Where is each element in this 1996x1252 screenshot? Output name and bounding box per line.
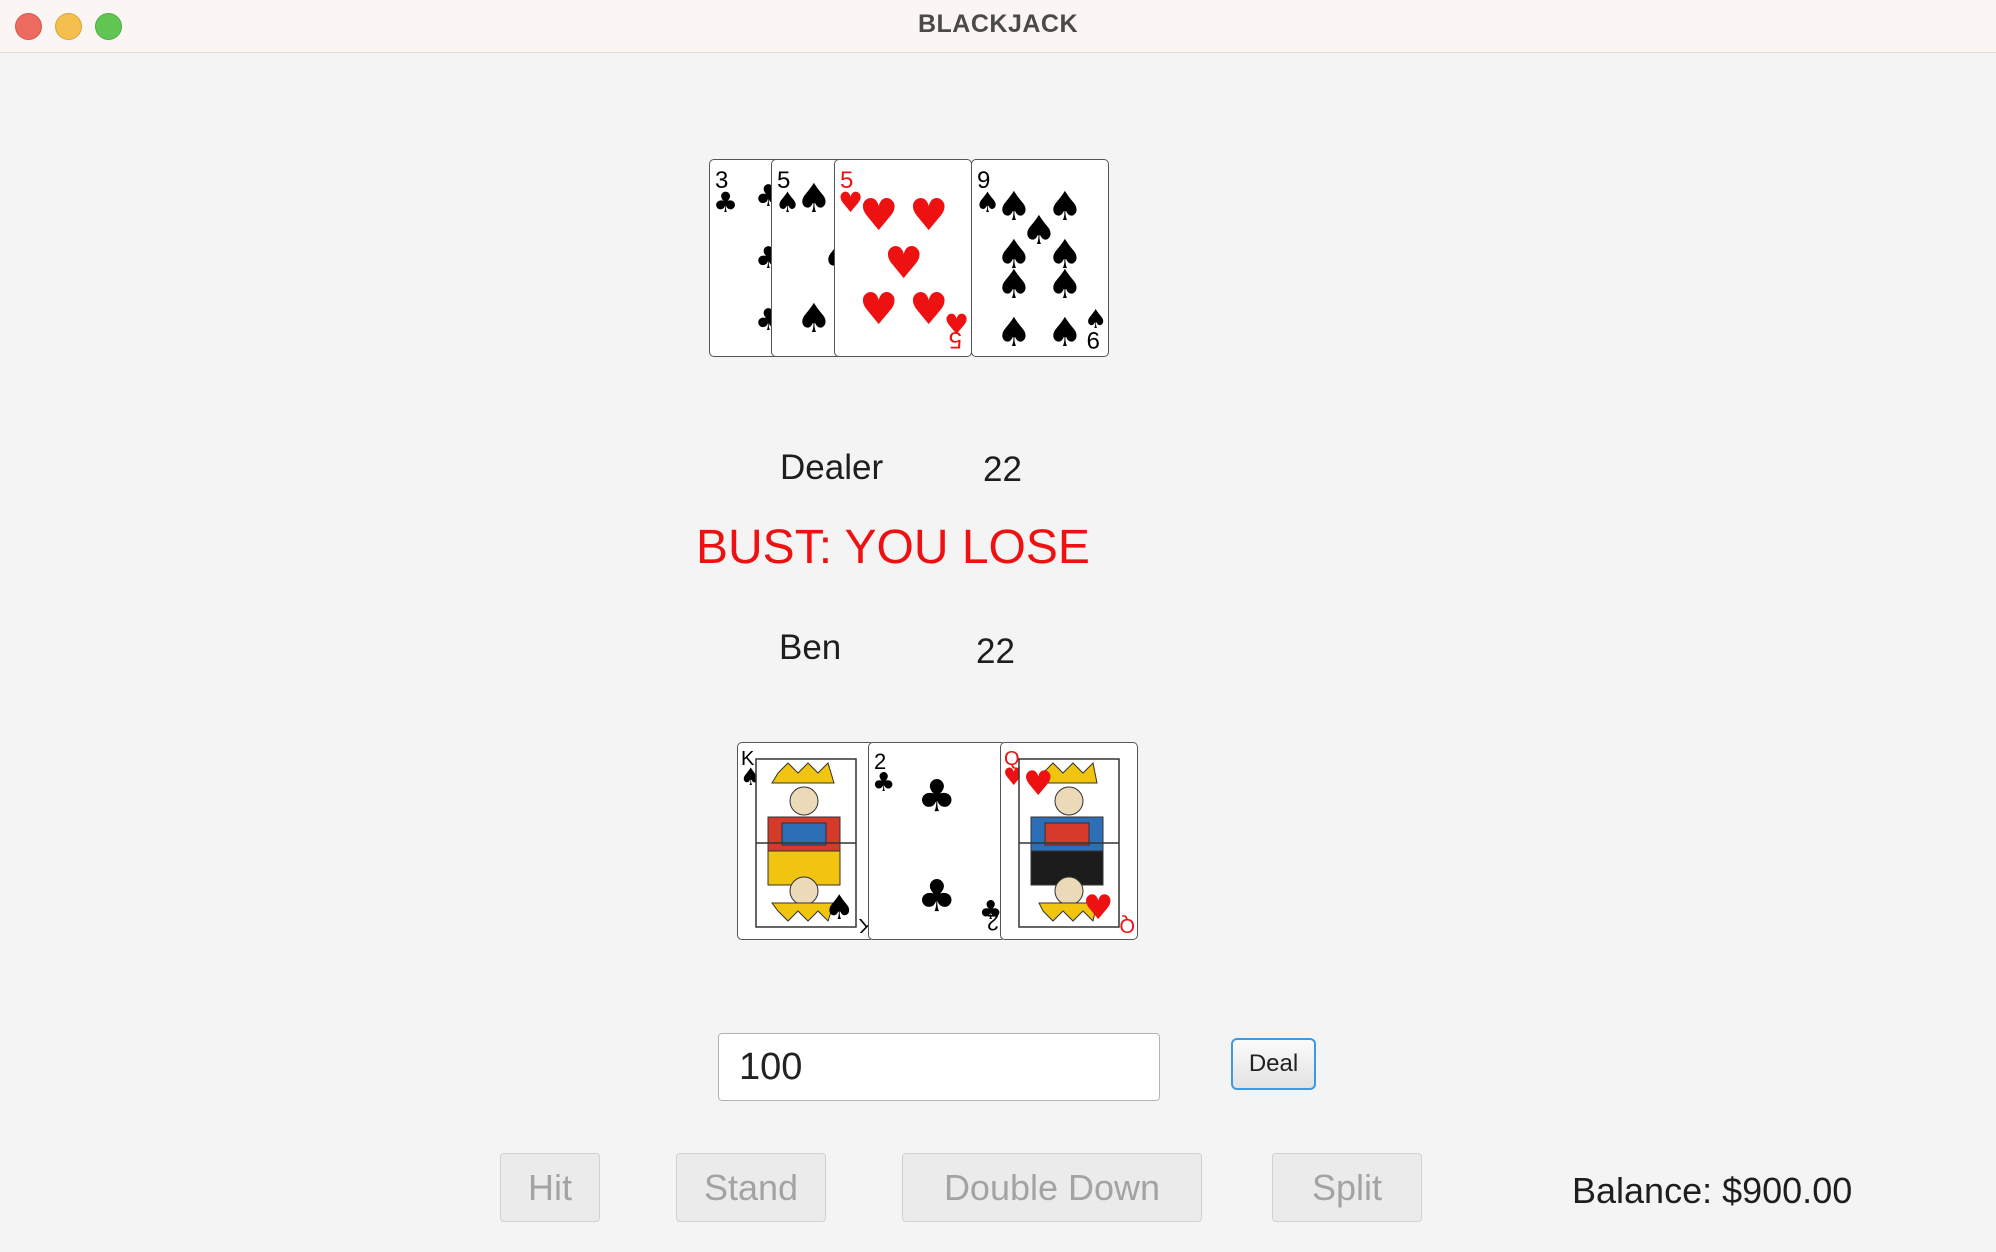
dealer-score: 22 bbox=[983, 450, 1022, 489]
svg-text:♠: ♠ bbox=[796, 176, 832, 222]
svg-text:2: 2 bbox=[987, 910, 999, 935]
split-button[interactable]: Split bbox=[1272, 1153, 1422, 1222]
svg-text:5: 5 bbox=[949, 326, 962, 353]
bet-input[interactable] bbox=[718, 1033, 1160, 1101]
title-bar: BLACKJACK bbox=[0, 0, 1996, 53]
svg-text:♥: ♥ bbox=[859, 190, 898, 241]
svg-text:♥: ♥ bbox=[859, 284, 898, 335]
player-score: 22 bbox=[976, 632, 1015, 671]
hit-button[interactable]: Hit bbox=[500, 1153, 600, 1222]
player-name: Ben bbox=[779, 628, 842, 667]
player-card-3: Q ♥ ♥ ♥ Q bbox=[1000, 742, 1138, 940]
window-title: BLACKJACK bbox=[917, 10, 1079, 38]
dealer-name: Dealer bbox=[780, 448, 884, 487]
balance-label: Balance: $900.00 bbox=[1572, 1170, 1853, 1211]
deal-button[interactable]: Deal bbox=[1231, 1038, 1316, 1090]
player-card-2: 2 ♣ ♣ ♣ ♣ 2 bbox=[868, 742, 1006, 940]
svg-text:♥: ♥ bbox=[1023, 764, 1053, 804]
svg-text:♠: ♠ bbox=[1047, 262, 1083, 308]
svg-text:♠: ♠ bbox=[796, 296, 832, 342]
dealer-card-4: 9 ♠ ♠ ♠ ♠ ♠ ♠ ♠ ♠ ♠ ♠ ♠ 9 bbox=[971, 159, 1109, 357]
round-result: BUST: YOU LOSE bbox=[696, 521, 1090, 574]
stand-button[interactable]: Stand bbox=[676, 1153, 826, 1222]
svg-text:♣: ♣ bbox=[713, 186, 738, 219]
svg-text:♣: ♣ bbox=[872, 768, 895, 798]
svg-text:♠: ♠ bbox=[1047, 310, 1083, 356]
svg-text:♥: ♥ bbox=[909, 190, 948, 241]
svg-text:♥: ♥ bbox=[1083, 888, 1113, 928]
double-down-button[interactable]: Double Down bbox=[902, 1153, 1202, 1222]
player-card-1: K ♠ ♠ K bbox=[737, 742, 875, 940]
svg-text:♠: ♠ bbox=[996, 310, 1032, 356]
dealer-card-3: 5 ♥ ♥ ♥ ♥ ♥ ♥ ♥ 5 bbox=[834, 159, 972, 357]
svg-text:♠: ♠ bbox=[824, 888, 854, 928]
svg-text:♥: ♥ bbox=[909, 284, 948, 335]
svg-text:♣: ♣ bbox=[917, 771, 956, 822]
svg-text:Q: Q bbox=[1119, 914, 1135, 936]
svg-text:♥: ♥ bbox=[884, 238, 923, 289]
svg-text:♠: ♠ bbox=[996, 262, 1032, 308]
svg-text:♣: ♣ bbox=[917, 871, 956, 922]
svg-text:9: 9 bbox=[1087, 326, 1100, 353]
